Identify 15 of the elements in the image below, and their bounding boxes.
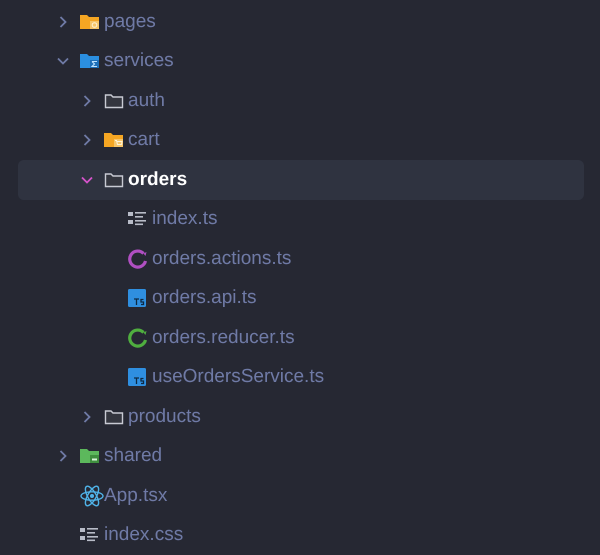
file-name[interactable]: useOrdersService.ts [152, 366, 324, 388]
file-name[interactable]: orders.actions.ts [152, 248, 292, 270]
folder-name[interactable]: pages [104, 10, 156, 33]
file-name[interactable]: orders.reducer.ts [152, 326, 295, 349]
folder-name[interactable]: products [128, 406, 201, 428]
folder-name[interactable]: cart [128, 129, 160, 152]
folder-name[interactable]: shared [104, 445, 162, 468]
folder-name[interactable]: orders [128, 168, 188, 191]
folder-name[interactable]: services [104, 50, 174, 72]
file-name[interactable]: index.css [104, 524, 184, 546]
file-name[interactable]: orders.api.ts [152, 287, 257, 310]
folder-name[interactable]: auth [128, 90, 165, 112]
selected-tree-row[interactable]: orders [18, 160, 584, 200]
file-name[interactable]: App.tsx [104, 484, 168, 507]
file-name[interactable]: index.ts [152, 208, 218, 230]
